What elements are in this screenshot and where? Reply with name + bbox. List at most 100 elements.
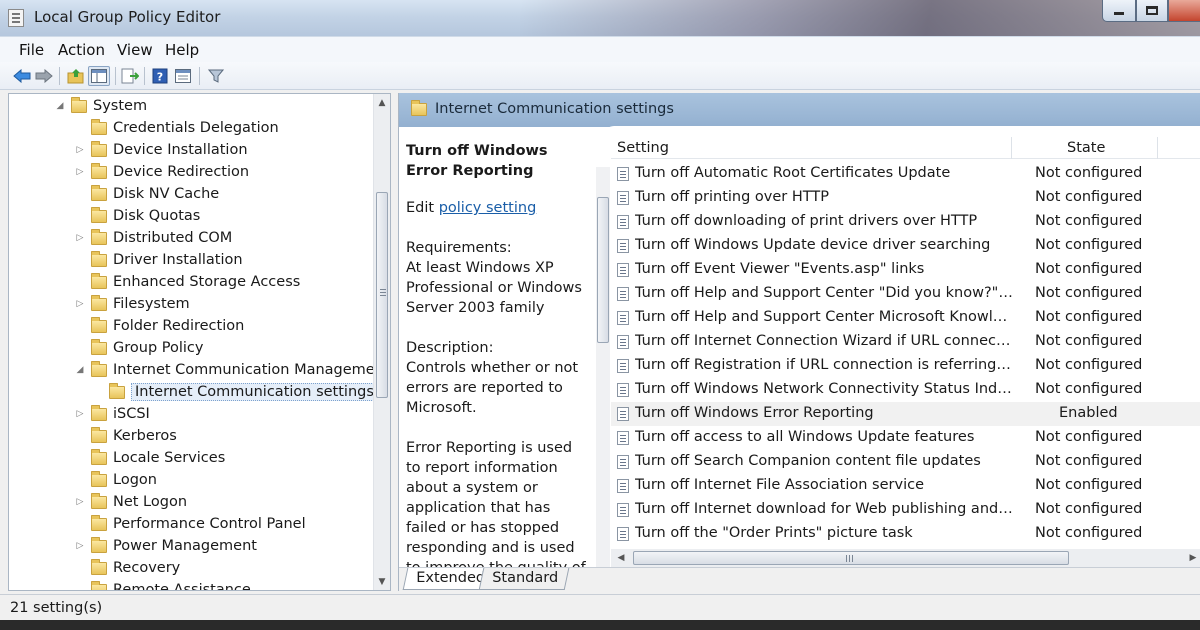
scroll-down-icon[interactable]: ▼ (374, 573, 390, 590)
tree-item[interactable]: ▷ Distributed COM (77, 227, 232, 249)
tree-item[interactable]: Locale Services (91, 447, 225, 469)
menu-view[interactable]: View (117, 41, 153, 59)
back-button[interactable] (12, 66, 32, 86)
tree-scroll-thumb[interactable] (376, 192, 388, 398)
list-header: Setting State (611, 137, 1200, 159)
requirements-label: Requirements: (406, 240, 512, 256)
setting-name: Turn off printing over HTTP (635, 189, 829, 205)
title-bar: Local Group Policy Editor (0, 0, 1200, 36)
list-item[interactable]: Turn off Help and Support Center "Did yo… (611, 282, 1200, 306)
list-item[interactable]: Turn off Search Companion content file u… (611, 450, 1200, 474)
edit-policy-link[interactable]: policy setting (439, 200, 537, 216)
list-item[interactable]: Turn off downloading of print drivers ov… (611, 210, 1200, 234)
collapse-arrow-icon[interactable]: ◢ (55, 101, 65, 111)
expand-arrow-icon[interactable]: ▷ (75, 541, 85, 551)
export-list-button[interactable] (120, 66, 140, 86)
description-label: Description: (406, 340, 494, 356)
column-header-state[interactable]: State (1067, 140, 1105, 156)
filter-button[interactable] (206, 66, 226, 86)
list-item[interactable]: Turn off printing over HTTP Not configure… (611, 186, 1200, 210)
tree-item[interactable]: ▷ Net Logon (77, 491, 187, 513)
folder-icon (91, 426, 107, 443)
properties-button[interactable] (173, 66, 193, 86)
scroll-left-icon[interactable]: ◀ (613, 549, 629, 567)
help-button[interactable]: ? (150, 66, 170, 86)
folder-icon (91, 228, 107, 245)
list-item[interactable]: Turn off Windows Error Reporting Enabled (611, 402, 1200, 426)
policy-setting-icon (617, 359, 629, 373)
tree-item-label: Device Installation (113, 142, 248, 158)
tree-scrollbar[interactable]: ▲ ▼ (373, 94, 390, 590)
up-one-level-button[interactable] (66, 66, 86, 86)
list-item[interactable]: Turn off Internet download for Web publi… (611, 498, 1200, 522)
menu-help[interactable]: Help (165, 41, 199, 59)
tree-item[interactable]: Disk NV Cache (91, 183, 219, 205)
tree-item[interactable]: Recovery (91, 557, 180, 579)
description-scrollbar[interactable]: ▼ (596, 167, 610, 591)
column-header-setting[interactable]: Setting (617, 140, 669, 156)
collapse-arrow-icon[interactable]: ◢ (75, 365, 85, 375)
tree-item[interactable]: ◢ Internet Communication Management (77, 359, 390, 381)
tree-item[interactable]: Kerberos (91, 425, 177, 447)
tree-item[interactable]: Performance Control Panel (91, 513, 306, 535)
tree-item[interactable]: Group Policy (91, 337, 203, 359)
requirements-text: At least Windows XP Professional or Wind… (406, 260, 582, 316)
menu-file[interactable]: File (19, 41, 44, 59)
setting-name: Turn off Internet Connection Wizard if U… (635, 333, 1015, 349)
tree-item[interactable]: ▷ Filesystem (77, 293, 190, 315)
tab-standard[interactable]: Standard (478, 568, 570, 590)
tree-item[interactable]: Logon (91, 469, 157, 491)
tree-item[interactable]: ▷ Power Management (77, 535, 257, 557)
list-item[interactable]: Turn off Internet File Association servi… (611, 474, 1200, 498)
minimize-button[interactable] (1102, 0, 1136, 22)
policy-setting-icon (617, 383, 629, 397)
navigation-tree[interactable]: ◢ System Credentials Delegation ▷ Device Ins… (8, 93, 391, 591)
forward-button[interactable] (34, 66, 54, 86)
tree-item[interactable]: Disk Quotas (91, 205, 200, 227)
description-scroll-thumb[interactable] (597, 197, 609, 343)
show-hide-tree-button[interactable] (88, 66, 110, 86)
list-horizontal-scrollbar[interactable]: ◀ ▶ (611, 549, 1200, 567)
tree-item[interactable]: Credentials Delegation (91, 117, 279, 139)
tree-item[interactable]: Enhanced Storage Access (91, 271, 300, 293)
tree-item[interactable]: Internet Communication settings (109, 381, 378, 403)
tree-item[interactable]: Driver Installation (91, 249, 243, 271)
list-scroll-thumb[interactable] (633, 551, 1069, 565)
scroll-up-icon[interactable]: ▲ (374, 94, 390, 111)
list-item[interactable]: Turn off Event Viewer "Events.asp" links… (611, 258, 1200, 282)
expand-arrow-icon[interactable]: ▷ (75, 167, 85, 177)
up-folder-icon (67, 69, 84, 84)
list-item[interactable]: Turn off Internet Connection Wizard if U… (611, 330, 1200, 354)
tree-item[interactable]: ◢ System (57, 95, 147, 117)
expand-arrow-icon[interactable]: ▷ (75, 233, 85, 243)
setting-name: Turn off the "Order Prints" picture task (635, 525, 913, 541)
expand-arrow-icon[interactable]: ▷ (75, 299, 85, 309)
expand-arrow-icon[interactable]: ▷ (75, 409, 85, 419)
expand-arrow-icon[interactable]: ▷ (75, 497, 85, 507)
tree-item[interactable]: Folder Redirection (91, 315, 244, 337)
list-item[interactable]: Turn off Registration if URL connection … (611, 354, 1200, 378)
list-item[interactable]: Turn off access to all Windows Update fe… (611, 426, 1200, 450)
list-item[interactable]: Turn off Windows Update device driver se… (611, 234, 1200, 258)
list-item[interactable]: Turn off the "Order Prints" picture task… (611, 522, 1200, 546)
list-item[interactable]: Turn off Windows Network Connectivity St… (611, 378, 1200, 402)
list-item[interactable]: Turn off Automatic Root Certificates Upd… (611, 162, 1200, 186)
settings-list[interactable]: Setting State Turn off Automatic Root Ce… (611, 137, 1200, 549)
close-button[interactable] (1168, 0, 1200, 22)
setting-name: Turn off Internet download for Web publi… (635, 501, 1015, 517)
folder-icon (91, 360, 107, 377)
description-text: Controls whether or not errors are repor… (406, 360, 579, 416)
tree-item[interactable]: ▷ Device Redirection (77, 161, 249, 183)
maximize-button[interactable] (1136, 0, 1168, 22)
scroll-right-icon[interactable]: ▶ (1185, 549, 1200, 567)
tree-item[interactable]: ▷ iSCSI (77, 403, 150, 425)
tree-item[interactable]: ▷ Device Installation (77, 139, 248, 161)
expand-arrow-icon[interactable]: ▷ (75, 145, 85, 155)
folder-icon (91, 250, 107, 267)
setting-state: Not configured (1035, 213, 1143, 229)
list-item[interactable]: Turn off Help and Support Center Microso… (611, 306, 1200, 330)
menu-action[interactable]: Action (58, 41, 105, 59)
app-icon (8, 9, 24, 27)
tree-item[interactable]: Remote Assistance (91, 579, 251, 590)
show-hide-tree-icon (91, 69, 107, 83)
